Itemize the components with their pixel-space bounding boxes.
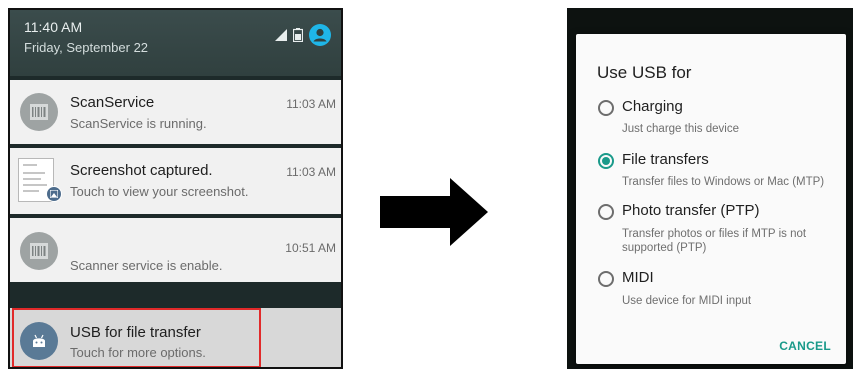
- notification-shade: 11:40 AM Friday, September 22 ScanServic…: [8, 8, 343, 369]
- option-label: Charging: [622, 98, 683, 115]
- arrow-right-icon: [380, 178, 488, 251]
- radio-button[interactable]: [598, 271, 614, 287]
- notification-text: Touch for more options.: [70, 345, 206, 360]
- barcode-icon: [20, 232, 58, 270]
- notification-time: 10:51 AM: [285, 241, 336, 255]
- account-icon[interactable]: [309, 23, 331, 51]
- use-usb-dialog: Use USB for Charging Just charge this de…: [576, 34, 846, 364]
- battery-icon: [292, 27, 304, 47]
- notification-usb[interactable]: USB for file transfer Touch for more opt…: [10, 308, 341, 367]
- notification-text: ScanService is running.: [70, 116, 207, 131]
- signal-icon: [275, 28, 287, 46]
- notification-scanner-service[interactable]: Scanner service is enable. 10:51 AM: [10, 218, 341, 282]
- notification-time: 11:03 AM: [286, 97, 336, 111]
- dialog-title: Use USB for: [597, 63, 692, 82]
- option-label: Photo transfer (PTP): [622, 202, 760, 219]
- option-label: MIDI: [622, 269, 654, 286]
- android-icon: [20, 322, 58, 360]
- option-label: File transfers: [622, 151, 709, 168]
- barcode-icon: [20, 93, 58, 131]
- option-description: Just charge this device: [622, 123, 739, 135]
- notification-scanservice[interactable]: ScanService ScanService is running. 11:0…: [10, 80, 341, 144]
- notification-title: Screenshot captured.: [70, 162, 213, 179]
- notification-text: Scanner service is enable.: [70, 258, 223, 273]
- notification-time: 11:03 AM: [286, 165, 336, 179]
- status-bar: 11:40 AM Friday, September 22: [10, 10, 341, 76]
- radio-button[interactable]: [598, 204, 614, 220]
- notification-text: Touch to view your screenshot.: [70, 184, 249, 199]
- dialog-backdrop: Use USB for Charging Just charge this de…: [567, 8, 853, 369]
- cancel-button[interactable]: CANCEL: [779, 339, 831, 353]
- radio-button-checked[interactable]: [598, 153, 614, 169]
- status-icons: [275, 23, 331, 51]
- radio-button[interactable]: [598, 100, 614, 116]
- option-description: Transfer photos or files if MTP is not s…: [622, 228, 807, 254]
- status-date: Friday, September 22: [24, 40, 149, 55]
- status-time: 11:40 AM: [24, 19, 83, 35]
- option-description: Transfer files to Windows or Mac (MTP): [622, 176, 825, 188]
- option-description: Use device for MIDI input: [622, 295, 752, 307]
- notification-title: USB for file transfer: [70, 324, 201, 341]
- notification-title: ScanService: [70, 94, 155, 111]
- notification-screenshot[interactable]: Screenshot captured. Touch to view your …: [10, 148, 341, 214]
- image-icon: [46, 186, 62, 202]
